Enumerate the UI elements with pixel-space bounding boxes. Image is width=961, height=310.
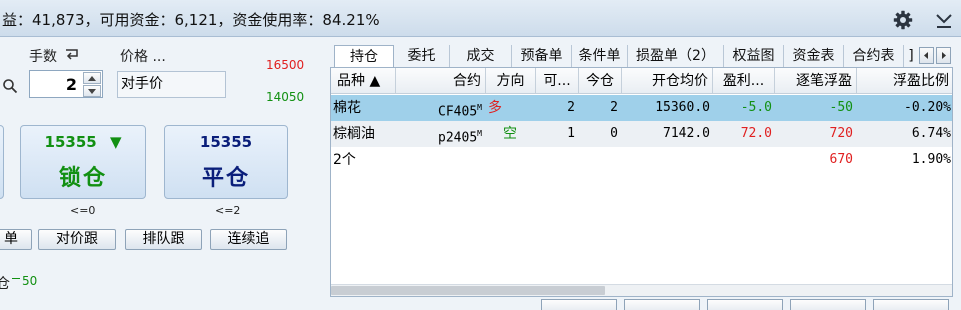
price-type-value: 对手价 <box>121 76 163 92</box>
lock-button-label: 锁仓 <box>58 166 107 191</box>
quantity-value[interactable]: 2 <box>66 75 77 94</box>
cell-float-ratio: -0.20% <box>904 100 951 115</box>
cell-open-price: 15360.0 <box>655 100 710 115</box>
tab-scroll-left-button[interactable] <box>919 47 934 64</box>
tab-contracts-table[interactable]: 合约表 <box>844 45 904 67</box>
position-label: 仓 <box>0 276 10 292</box>
close-button-price: 15355 <box>199 133 253 151</box>
price-type-select[interactable]: 对手价 <box>117 71 226 98</box>
quantity-decrement-button[interactable] <box>83 85 101 97</box>
contract-code: CF405 <box>438 104 478 120</box>
cell-float-pnl: 720 <box>829 126 853 141</box>
account-summary: 益：41,873，可用资金：6,121，资金使用率：84.21% <box>2 11 380 29</box>
table-header: 品种 ▲ 合约 方向 可... 今仓 开仓均价 盈利... 逐笔浮盈 浮盈比例 <box>331 68 952 94</box>
cell-total-count: 2个 <box>333 152 356 168</box>
column-header-available[interactable]: 可... <box>536 68 579 94</box>
contract-suffix: M <box>477 103 482 112</box>
bottom-action-button[interactable] <box>790 299 866 310</box>
column-header-today[interactable]: 今仓 <box>579 68 622 94</box>
tab-stop-profit-orders[interactable]: 损盈单（2） <box>628 45 724 67</box>
lower-limit-price: 14050 <box>266 90 305 104</box>
gear-icon[interactable] <box>893 10 913 30</box>
cell-profit: -5.0 <box>740 100 772 115</box>
contract-code: p2405 <box>438 130 478 146</box>
table-row[interactable]: 棉花 CF405M 多 2 2 15360.0 -5.0 -50 -0.20% <box>331 95 952 121</box>
continuous-chase-button[interactable]: 连续追 <box>210 229 287 250</box>
quantity-stepper[interactable]: 2 <box>29 70 103 98</box>
quantity-increment-button[interactable] <box>83 72 101 84</box>
tab-equity-chart[interactable]: 权益图 <box>724 45 784 67</box>
tab-overflow[interactable]: ] <box>904 45 918 67</box>
cell-profit: 72.0 <box>740 126 772 141</box>
follow-counter-price-button[interactable]: 对价跟 <box>38 229 116 250</box>
upper-limit-price: 16500 <box>266 58 305 72</box>
search-icon[interactable] <box>2 78 18 94</box>
tab-scroll-right-button[interactable] <box>936 47 951 64</box>
caret-up-icon <box>88 76 96 81</box>
cell-available: 1 <box>567 126 575 141</box>
lock-button-price-row: 15355 ▼ <box>21 133 145 151</box>
bottom-action-button[interactable] <box>707 299 783 310</box>
arrow-right-icon <box>942 52 946 59</box>
bottom-action-button[interactable] <box>541 299 617 310</box>
cell-available: 2 <box>567 100 575 115</box>
caret-down-icon <box>88 89 96 94</box>
cell-open-price: 7142.0 <box>663 126 710 141</box>
tab-funds-table[interactable]: 资金表 <box>784 45 844 67</box>
price-label: 价格 ... <box>120 49 166 65</box>
column-header-product[interactable]: 品种 ▲ <box>331 68 396 94</box>
cell-total-float-pnl: 670 <box>829 152 853 167</box>
tab-positions[interactable]: 持仓 <box>334 45 394 68</box>
positions-tab-bar: 持仓 委托 成交 预备单 条件单 损盈单（2） 权益图 资金表 合约表 ] <box>330 45 961 68</box>
close-button-note: <=2 <box>215 204 241 217</box>
tab-conditional-orders[interactable]: 条件单 <box>572 45 628 67</box>
column-header-float-pnl[interactable]: 逐笔浮盈 <box>775 68 857 94</box>
bottom-action-button[interactable] <box>624 299 700 310</box>
down-arrow-icon: ▼ <box>109 133 122 151</box>
cell-contract: CF405M <box>396 95 482 121</box>
close-position-button[interactable]: 15355 平仓 <box>164 125 288 199</box>
tab-prepared-orders[interactable]: 预备单 <box>512 45 572 67</box>
cell-contract: p2405M <box>396 121 482 147</box>
lock-button-price: 15355 <box>44 133 97 151</box>
order-button[interactable]: 单 <box>0 229 32 250</box>
quantity-label: 手数 <box>29 49 57 65</box>
dash-divider <box>12 278 20 279</box>
column-header-direction[interactable]: 方向 <box>486 68 536 94</box>
follow-queue-button[interactable]: 排队跟 <box>125 229 202 250</box>
cell-today: 0 <box>610 126 618 141</box>
account-status-bar: 益：41,873，可用资金：6,121，资金使用率：84.21% <box>0 0 961 37</box>
chevron-down-icon[interactable] <box>934 11 954 29</box>
cell-direction: 空 <box>503 126 517 142</box>
close-button-label: 平仓 <box>201 166 250 191</box>
table-row[interactable]: 棕榈油 p2405M 空 1 0 7142.0 72.0 720 6.74% <box>331 121 952 147</box>
cell-float-ratio: 6.74% <box>911 126 951 141</box>
open-position-button[interactable] <box>0 125 4 199</box>
column-header-contract[interactable]: 合约 <box>396 68 486 94</box>
order-panel: 手数 价格 ... 16500 14050 2 对手价 15355 ▼ 锁仓 1… <box>0 38 328 310</box>
position-value: 50 <box>22 274 38 288</box>
table-total-row: 2个 670 1.90% <box>331 147 952 173</box>
bottom-action-button[interactable] <box>873 299 949 310</box>
lock-position-button[interactable]: 15355 ▼ 锁仓 <box>20 125 146 199</box>
scrollbar-thumb[interactable] <box>331 286 605 295</box>
column-header-float-ratio[interactable]: 浮盈比例 <box>857 68 952 94</box>
contract-suffix: M <box>477 129 482 138</box>
cell-total-float-ratio: 1.90% <box>911 152 951 167</box>
positions-table: 品种 ▲ 合约 方向 可... 今仓 开仓均价 盈利... 逐笔浮盈 浮盈比例 … <box>330 67 953 297</box>
tab-orders[interactable]: 委托 <box>394 45 450 67</box>
cell-direction: 多 <box>488 100 502 116</box>
cell-float-pnl: -50 <box>829 100 853 115</box>
return-arrow-icon[interactable] <box>64 48 80 62</box>
arrow-left-icon <box>924 52 928 59</box>
lock-button-note: <=0 <box>70 204 96 217</box>
horizontal-scrollbar[interactable] <box>331 284 952 296</box>
cell-product: 棉花 <box>333 100 361 116</box>
tab-trades[interactable]: 成交 <box>450 45 512 67</box>
cell-product: 棕榈油 <box>333 126 375 142</box>
cell-today: 2 <box>610 100 618 115</box>
column-header-profit[interactable]: 盈利... <box>713 68 775 94</box>
column-header-open-price[interactable]: 开仓均价 <box>622 68 713 94</box>
